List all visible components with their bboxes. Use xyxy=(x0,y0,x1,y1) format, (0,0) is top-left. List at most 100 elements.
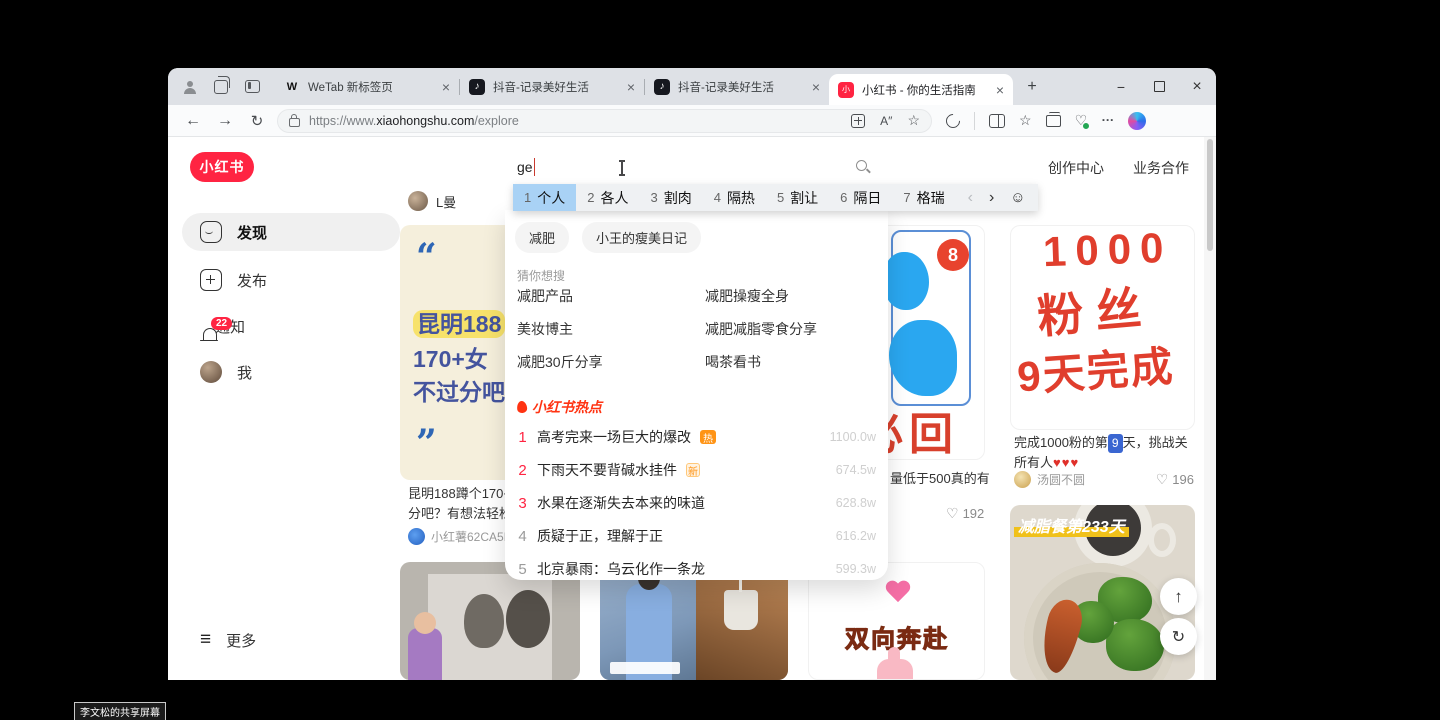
ime-candidate-bar: 1个人 2各人 3割肉 4隔热 5割让 6隔日 7格瑞 xyxy=(513,184,1038,211)
history-chip[interactable]: 减肥 xyxy=(515,222,569,253)
xiaohongshu-logo[interactable]: 小红书 xyxy=(190,152,254,182)
search-suggestion[interactable]: 减肥操瘦全身 xyxy=(705,286,789,306)
history-chip[interactable]: 小王的瘦美日记 xyxy=(582,222,701,253)
refresh-button[interactable] xyxy=(242,108,272,134)
ime-candidate[interactable]: 3割肉 xyxy=(639,184,702,211)
forward-button[interactable] xyxy=(210,108,240,134)
photo-person xyxy=(506,590,550,648)
extensions-icon[interactable] xyxy=(943,111,963,131)
minimize-button[interactable] xyxy=(1102,68,1140,105)
feed-user-name: L曼 xyxy=(436,192,456,211)
creator-center-link[interactable]: 创作中心 xyxy=(1048,158,1104,178)
photo-face xyxy=(414,612,436,634)
tab-douyin-1[interactable]: 抖音-记录美好生活 × xyxy=(460,68,644,105)
sidebar-item-publish[interactable]: 发布 xyxy=(182,261,400,299)
hot-list-item[interactable]: 3 水果在逐渐失去本来的味道 628.8w xyxy=(517,492,876,514)
ime-candidate[interactable]: 6隔日 xyxy=(829,184,892,211)
favorites-hub-icon[interactable] xyxy=(1019,112,1032,130)
url-text[interactable]: https://www.xiaohongshu.com/explore xyxy=(309,114,842,128)
heart-emojis: ♥♥♥ xyxy=(1053,455,1079,470)
hot-badge: 新 xyxy=(686,463,700,477)
window-controls xyxy=(1102,68,1216,105)
collections-icon[interactable] xyxy=(1046,115,1061,127)
tab-close-icon[interactable]: × xyxy=(627,80,635,94)
favorite-star-icon[interactable] xyxy=(907,112,920,130)
like-count[interactable]: 192 xyxy=(946,505,984,522)
tab-actions-icon[interactable] xyxy=(245,80,260,93)
address-bar[interactable]: https://www.xiaohongshu.com/explore xyxy=(277,109,932,133)
profile-icon[interactable] xyxy=(183,80,197,94)
search-suggestion[interactable]: 减肥产品 xyxy=(517,286,573,306)
ime-prev-icon[interactable] xyxy=(968,189,973,207)
workspaces-icon[interactable] xyxy=(214,80,228,94)
back-button[interactable] xyxy=(178,108,208,134)
search-suggestion[interactable]: 美妆博主 xyxy=(517,319,573,339)
copilot-icon[interactable] xyxy=(1128,112,1146,130)
sidebar-item-me[interactable]: 我 xyxy=(182,353,400,391)
note-card-1000-fans[interactable]: 1000 粉丝 9天完成 xyxy=(1010,225,1195,430)
new-tab-button[interactable] xyxy=(1019,74,1045,100)
business-coop-link[interactable]: 业务合作 xyxy=(1133,158,1189,178)
search-input[interactable]: ge xyxy=(505,150,883,184)
wetab-favicon xyxy=(284,79,300,95)
tab-douyin-2[interactable]: 抖音-记录美好生活 × xyxy=(645,68,829,105)
ime-emoji-icon[interactable] xyxy=(1010,189,1025,206)
note-caption[interactable]: 量低于500真的有 xyxy=(890,468,990,487)
search-suggestion[interactable]: 喝茶看书 xyxy=(705,352,761,372)
corner-number-badge: 8 xyxy=(937,239,969,271)
tab-wetab[interactable]: WeTab 新标签页 × xyxy=(275,68,459,105)
sidebar-item-label: 更多 xyxy=(226,630,256,651)
browser-essentials-icon[interactable] xyxy=(1075,112,1088,130)
ime-candidate[interactable]: 2各人 xyxy=(576,184,639,211)
tab-close-icon[interactable]: × xyxy=(812,80,820,94)
feed-user-row[interactable]: L曼 xyxy=(408,191,456,211)
address-bar-icons xyxy=(851,112,920,130)
page-scrollbar[interactable] xyxy=(1204,137,1216,680)
split-screen-icon[interactable] xyxy=(989,114,1005,128)
hot-list-item[interactable]: 1 高考完来一场巨大的爆改 热 1100.0w xyxy=(517,426,876,448)
tab-xiaohongshu-active[interactable]: 小红书 - 你的生活指南 × xyxy=(829,74,1013,105)
search-icon[interactable] xyxy=(855,159,871,175)
card-image-text: 不过分吧 xyxy=(413,373,505,407)
more-icon xyxy=(200,629,211,651)
maximize-button[interactable] xyxy=(1140,68,1178,105)
card-image-text: 9天完成 xyxy=(1015,333,1176,405)
hot-list-item[interactable]: 4 质疑于正，理解于正 616.2w xyxy=(517,525,876,547)
sidebar-item-label: 发现 xyxy=(237,222,267,243)
url-path: /explore xyxy=(474,114,518,128)
tab-close-icon[interactable]: × xyxy=(442,80,450,94)
note-author-row[interactable]: 汤圆不圆 196 xyxy=(1014,471,1194,488)
browser-toolbar: https://www.xiaohongshu.com/explore xyxy=(168,105,1216,137)
lock-icon[interactable] xyxy=(289,118,300,127)
note-caption[interactable]: 完成1000粉的第9天，挑战关 所有人♥♥♥ xyxy=(1014,433,1196,472)
hot-list-item[interactable]: 2 下雨天不要背碱水挂件 新 674.5w xyxy=(517,459,876,481)
hot-list-item[interactable]: 5 北京暴雨：乌云化作一条龙 599.3w xyxy=(517,558,876,580)
scrollbar-thumb[interactable] xyxy=(1207,139,1213,251)
search-suggestion[interactable]: 减肥30斤分享 xyxy=(517,352,603,372)
note-author-row[interactable]: 小红薯62CA5D xyxy=(408,528,512,545)
me-avatar xyxy=(200,361,222,383)
close-window-button[interactable] xyxy=(1178,68,1216,105)
sidebar-item-discover[interactable]: 发现 xyxy=(182,213,400,251)
flame-icon xyxy=(516,401,527,414)
tab-grid-icon[interactable] xyxy=(851,114,865,128)
ibeam-cursor xyxy=(618,160,626,176)
tab-title: 抖音-记录美好生活 xyxy=(493,79,619,95)
search-suggestion[interactable]: 减肥减脂零食分享 xyxy=(705,319,817,339)
discover-icon xyxy=(200,221,222,243)
like-count[interactable]: 196 xyxy=(1156,471,1194,488)
ime-candidate[interactable]: 1个人 xyxy=(513,184,576,211)
pink-heart-icon xyxy=(885,581,911,605)
ime-candidate[interactable]: 5割让 xyxy=(766,184,829,211)
author-name: 汤圆不圆 xyxy=(1037,471,1085,488)
card-image-text: 170+女 xyxy=(413,340,488,374)
ime-candidate[interactable]: 7格瑞 xyxy=(892,184,955,211)
scroll-to-top-button[interactable] xyxy=(1160,578,1197,615)
sidebar-item-notifications[interactable]: 22 通知 xyxy=(182,307,400,345)
refresh-feed-button[interactable] xyxy=(1160,618,1197,655)
sidebar-item-more[interactable]: 更多 xyxy=(182,621,400,659)
ime-next-icon[interactable] xyxy=(989,189,994,207)
read-aloud-icon[interactable] xyxy=(880,112,892,130)
tab-close-icon[interactable]: × xyxy=(996,83,1004,97)
ime-candidate[interactable]: 4隔热 xyxy=(703,184,766,211)
